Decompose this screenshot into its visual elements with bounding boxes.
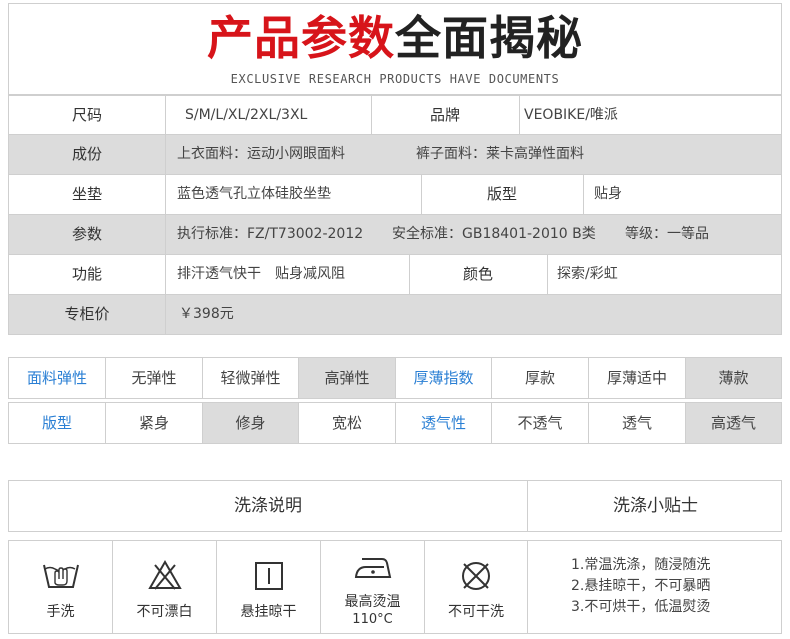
divider (165, 255, 166, 294)
spec-value-grade: 等级：一等品 (625, 226, 709, 242)
line-dry-icon (254, 562, 283, 590)
spec-key-size: 尺码 (71, 106, 102, 124)
tip-item: 2.悬挂晾干，不可暴晒 (571, 578, 711, 594)
divider (165, 96, 166, 135)
care-sublabel: 110°C (352, 612, 393, 627)
spec-value-size: S/M/L/XL/2XL/3XL (185, 107, 308, 123)
spec-value-fit: 贴身 (594, 186, 622, 202)
spec-value-pad: 蓝色透气孔立体硅胶坐垫 (177, 186, 331, 202)
attr-option: 宽松 (299, 403, 396, 443)
spec-key-pad: 坐垫 (71, 185, 102, 203)
attr-option: 透气 (589, 403, 686, 443)
spec-key-brand: 品牌 (429, 106, 460, 124)
no-dry-clean-icon (462, 562, 490, 590)
attr-label-elasticity: 面料弹性 (9, 358, 106, 398)
page-title: 产品参数全面揭秘 (9, 10, 781, 66)
attr-option: 不透气 (492, 403, 589, 443)
attribute-row-elasticity-thickness: 面料弹性 无弹性 轻微弹性 高弹性 厚薄指数 厚款 厚薄适中 薄款 (8, 357, 782, 399)
spec-key-color: 颜色 (462, 265, 493, 283)
spec-key-function: 功能 (71, 265, 102, 283)
spec-value-color: 探索/彩虹 (557, 266, 618, 282)
divider (165, 175, 166, 214)
wash-tips: 1.常温洗涤，随浸随洗 2.悬挂晾干，不可暴晒 3.不可烘干，低温熨烫 (529, 555, 779, 618)
divider (165, 295, 166, 334)
attr-label-fit: 版型 (9, 403, 106, 443)
care-label: 手洗 (46, 604, 75, 620)
attr-option: 无弹性 (106, 358, 203, 398)
attr-label-thickness: 厚薄指数 (396, 358, 492, 398)
iron-icon (354, 558, 391, 578)
care-label: 不可漂白 (136, 604, 193, 620)
spec-key-params: 参数 (71, 225, 102, 243)
care-panel: 手洗 不可漂白 悬挂晾干 最高烫温 110°C 不可干洗 1.常温洗涤，随浸随洗 (8, 540, 782, 634)
attr-option: 紧身 (106, 403, 203, 443)
no-bleach-icon (147, 559, 182, 590)
header-banner: 产品参数全面揭秘 EXCLUSIVE RESEARCH PRODUCTS HAV… (8, 3, 782, 95)
care-label: 最高烫温 (344, 594, 401, 610)
wash-title: 洗涤说明 (234, 496, 302, 516)
tip-item: 3.不可烘干，低温熨烫 (571, 599, 711, 615)
spec-key-price: 专柜价 (64, 305, 110, 323)
spec-value-brand: VEOBIKE/唯派 (524, 107, 618, 123)
divider (165, 135, 166, 174)
spec-value-pants-fabric: 裤子面料：莱卡高弹性面料 (416, 146, 584, 162)
spec-row-price: 专柜价 ￥398元 (8, 295, 782, 335)
care-item-no-dry-clean: 不可干洗 (425, 541, 528, 633)
care-item-iron: 最高烫温 110°C (321, 541, 425, 633)
wash-header: 洗涤说明 洗涤小贴士 (8, 480, 782, 532)
spec-value-function: 排汗透气快干 贴身减风阻 (177, 266, 345, 282)
spec-key-material: 成份 (71, 145, 102, 163)
spec-value-safety: 安全标准：GB18401-2010 B类 (392, 226, 596, 242)
spec-value-standard: 执行标准：FZ/T73002-2012 (177, 226, 364, 242)
attr-option: 轻微弹性 (203, 358, 299, 398)
spec-row-params: 参数 执行标准：FZ/T73002-2012 安全标准：GB18401-2010… (8, 215, 782, 255)
attr-label-breathability: 透气性 (396, 403, 492, 443)
spec-row-size: 尺码 S/M/L/XL/2XL/3XL 品牌 VEOBIKE/唯派 (8, 95, 782, 135)
spec-key-fit: 版型 (486, 185, 517, 203)
divider (547, 255, 548, 294)
spec-row-pad: 坐垫 蓝色透气孔立体硅胶坐垫 版型 贴身 (8, 175, 782, 215)
spec-row-function: 功能 排汗透气快干 贴身减风阻 颜色 探索/彩虹 (8, 255, 782, 295)
tips-title: 洗涤小贴士 (613, 496, 698, 516)
care-item-hand-wash: 手洗 (9, 541, 113, 633)
attr-option-selected: 修身 (203, 403, 299, 443)
page-subtitle: EXCLUSIVE RESEARCH PRODUCTS HAVE DOCUMEN… (230, 72, 560, 86)
tip-item: 1.常温洗涤，随浸随洗 (571, 557, 711, 573)
hand-wash-icon (42, 564, 79, 588)
title-dark: 全面揭秘 (395, 11, 583, 65)
attr-option-selected: 薄款 (686, 358, 781, 398)
spec-value-price: ￥398元 (179, 306, 234, 322)
divider (519, 96, 520, 135)
divider (165, 215, 166, 254)
care-item-line-dry: 悬挂晾干 (217, 541, 321, 633)
divider (583, 175, 584, 214)
attr-option: 厚薄适中 (589, 358, 686, 398)
title-red: 产品参数 (207, 11, 395, 65)
care-item-no-bleach: 不可漂白 (113, 541, 217, 633)
spec-row-material: 成份 上衣面料：运动小网眼面料 裤子面料：莱卡高弹性面料 (8, 135, 782, 175)
attr-option: 厚款 (492, 358, 589, 398)
spec-value-top-fabric: 上衣面料：运动小网眼面料 (177, 146, 345, 162)
attribute-row-fit-breathability: 版型 紧身 修身 宽松 透气性 不透气 透气 高透气 (8, 402, 782, 444)
attr-option-selected: 高透气 (686, 403, 781, 443)
attr-option-selected: 高弹性 (299, 358, 396, 398)
care-label: 不可干洗 (448, 604, 504, 620)
care-label: 悬挂晾干 (240, 604, 297, 620)
